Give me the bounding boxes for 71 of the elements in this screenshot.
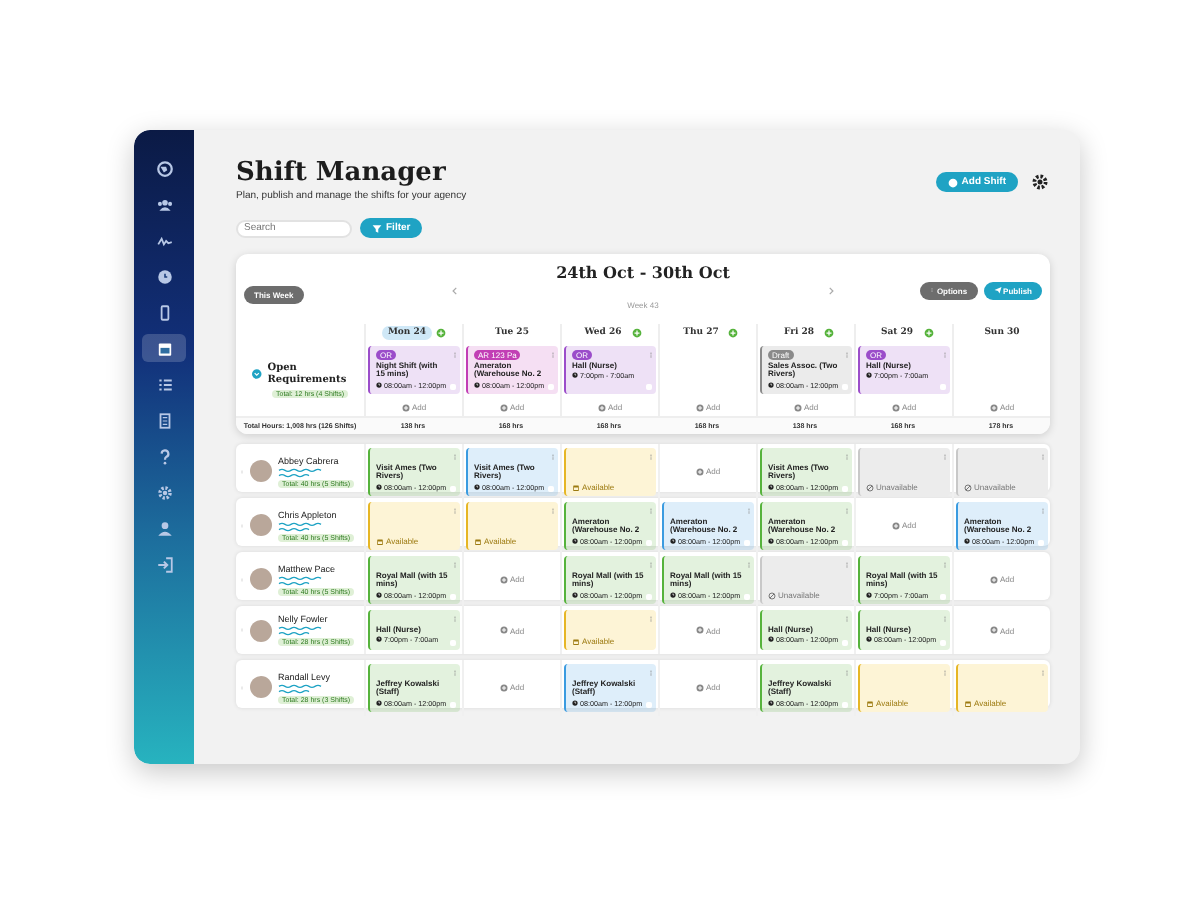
avatar — [250, 676, 272, 699]
chevron-right-icon[interactable] — [825, 285, 836, 295]
checkbox[interactable] — [646, 539, 652, 546]
user-icon — [155, 519, 173, 537]
send-icon — [993, 286, 1002, 294]
calendar-icon — [866, 699, 874, 708]
checkbox[interactable] — [744, 539, 750, 546]
clock-icon — [866, 372, 872, 379]
clock-icon — [376, 381, 382, 388]
settings-icon — [155, 483, 173, 501]
clock-icon — [474, 381, 480, 388]
add-icon[interactable] — [436, 328, 447, 338]
funnel-icon — [372, 223, 382, 233]
avatar — [250, 514, 272, 537]
chevron-circle-icon — [252, 367, 262, 379]
building-icon — [155, 411, 173, 429]
calendar-icon — [572, 483, 580, 492]
question-icon — [155, 447, 173, 465]
blocked-icon — [866, 483, 874, 492]
calendar-icon — [572, 638, 580, 646]
chevron-left-icon[interactable] — [450, 285, 461, 295]
calendar-icon — [474, 537, 482, 546]
checkbox[interactable] — [450, 701, 456, 708]
checkbox[interactable] — [450, 640, 456, 646]
clock-icon — [768, 381, 774, 388]
checkbox[interactable] — [450, 485, 456, 492]
logout-icon — [155, 555, 173, 573]
signature-icon — [155, 231, 173, 249]
checkbox[interactable] — [450, 593, 456, 600]
page-title: Shift Manager — [236, 158, 448, 188]
checkbox[interactable] — [646, 593, 652, 600]
globe-icon — [155, 159, 173, 177]
checkbox[interactable] — [548, 384, 554, 390]
calendar-icon — [964, 699, 972, 708]
week-title: 24th Oct - 30th Oct — [556, 262, 730, 282]
redacted-contact-drawing — [278, 575, 322, 586]
calendar-icon — [155, 339, 173, 357]
redacted-contact-drawing — [278, 683, 322, 694]
people-icon — [155, 195, 173, 213]
clock-icon — [155, 267, 173, 285]
phone-icon — [155, 303, 173, 321]
avatar — [250, 460, 272, 483]
clock-icon — [376, 636, 382, 643]
redacted-contact-drawing — [278, 467, 322, 478]
clock-icon — [768, 636, 774, 643]
avatar — [250, 568, 272, 591]
add-icon[interactable] — [824, 328, 835, 338]
checkbox[interactable] — [940, 640, 946, 646]
clock-icon — [866, 636, 872, 643]
list-icon — [155, 375, 173, 393]
checkbox[interactable] — [548, 485, 554, 492]
blocked-icon — [768, 591, 776, 600]
checkbox[interactable] — [842, 701, 848, 708]
checkbox[interactable] — [744, 593, 750, 600]
checkbox[interactable] — [940, 593, 946, 600]
checkbox[interactable] — [842, 485, 848, 492]
avatar — [250, 619, 272, 641]
blocked-icon — [964, 483, 972, 492]
redacted-contact-drawing — [278, 521, 322, 532]
add-icon[interactable] — [631, 328, 642, 338]
checkbox[interactable] — [646, 701, 652, 708]
add-icon[interactable] — [923, 328, 934, 338]
clock-icon — [572, 372, 578, 379]
checkbox[interactable] — [842, 640, 848, 646]
add-icon[interactable] — [728, 328, 739, 338]
calendar-icon — [376, 537, 384, 546]
settings-icon[interactable] — [1030, 172, 1050, 192]
sidebar-item[interactable] — [142, 334, 186, 362]
redacted-contact-drawing — [278, 626, 322, 636]
checkbox[interactable] — [842, 539, 848, 546]
checkbox[interactable] — [1038, 539, 1044, 546]
